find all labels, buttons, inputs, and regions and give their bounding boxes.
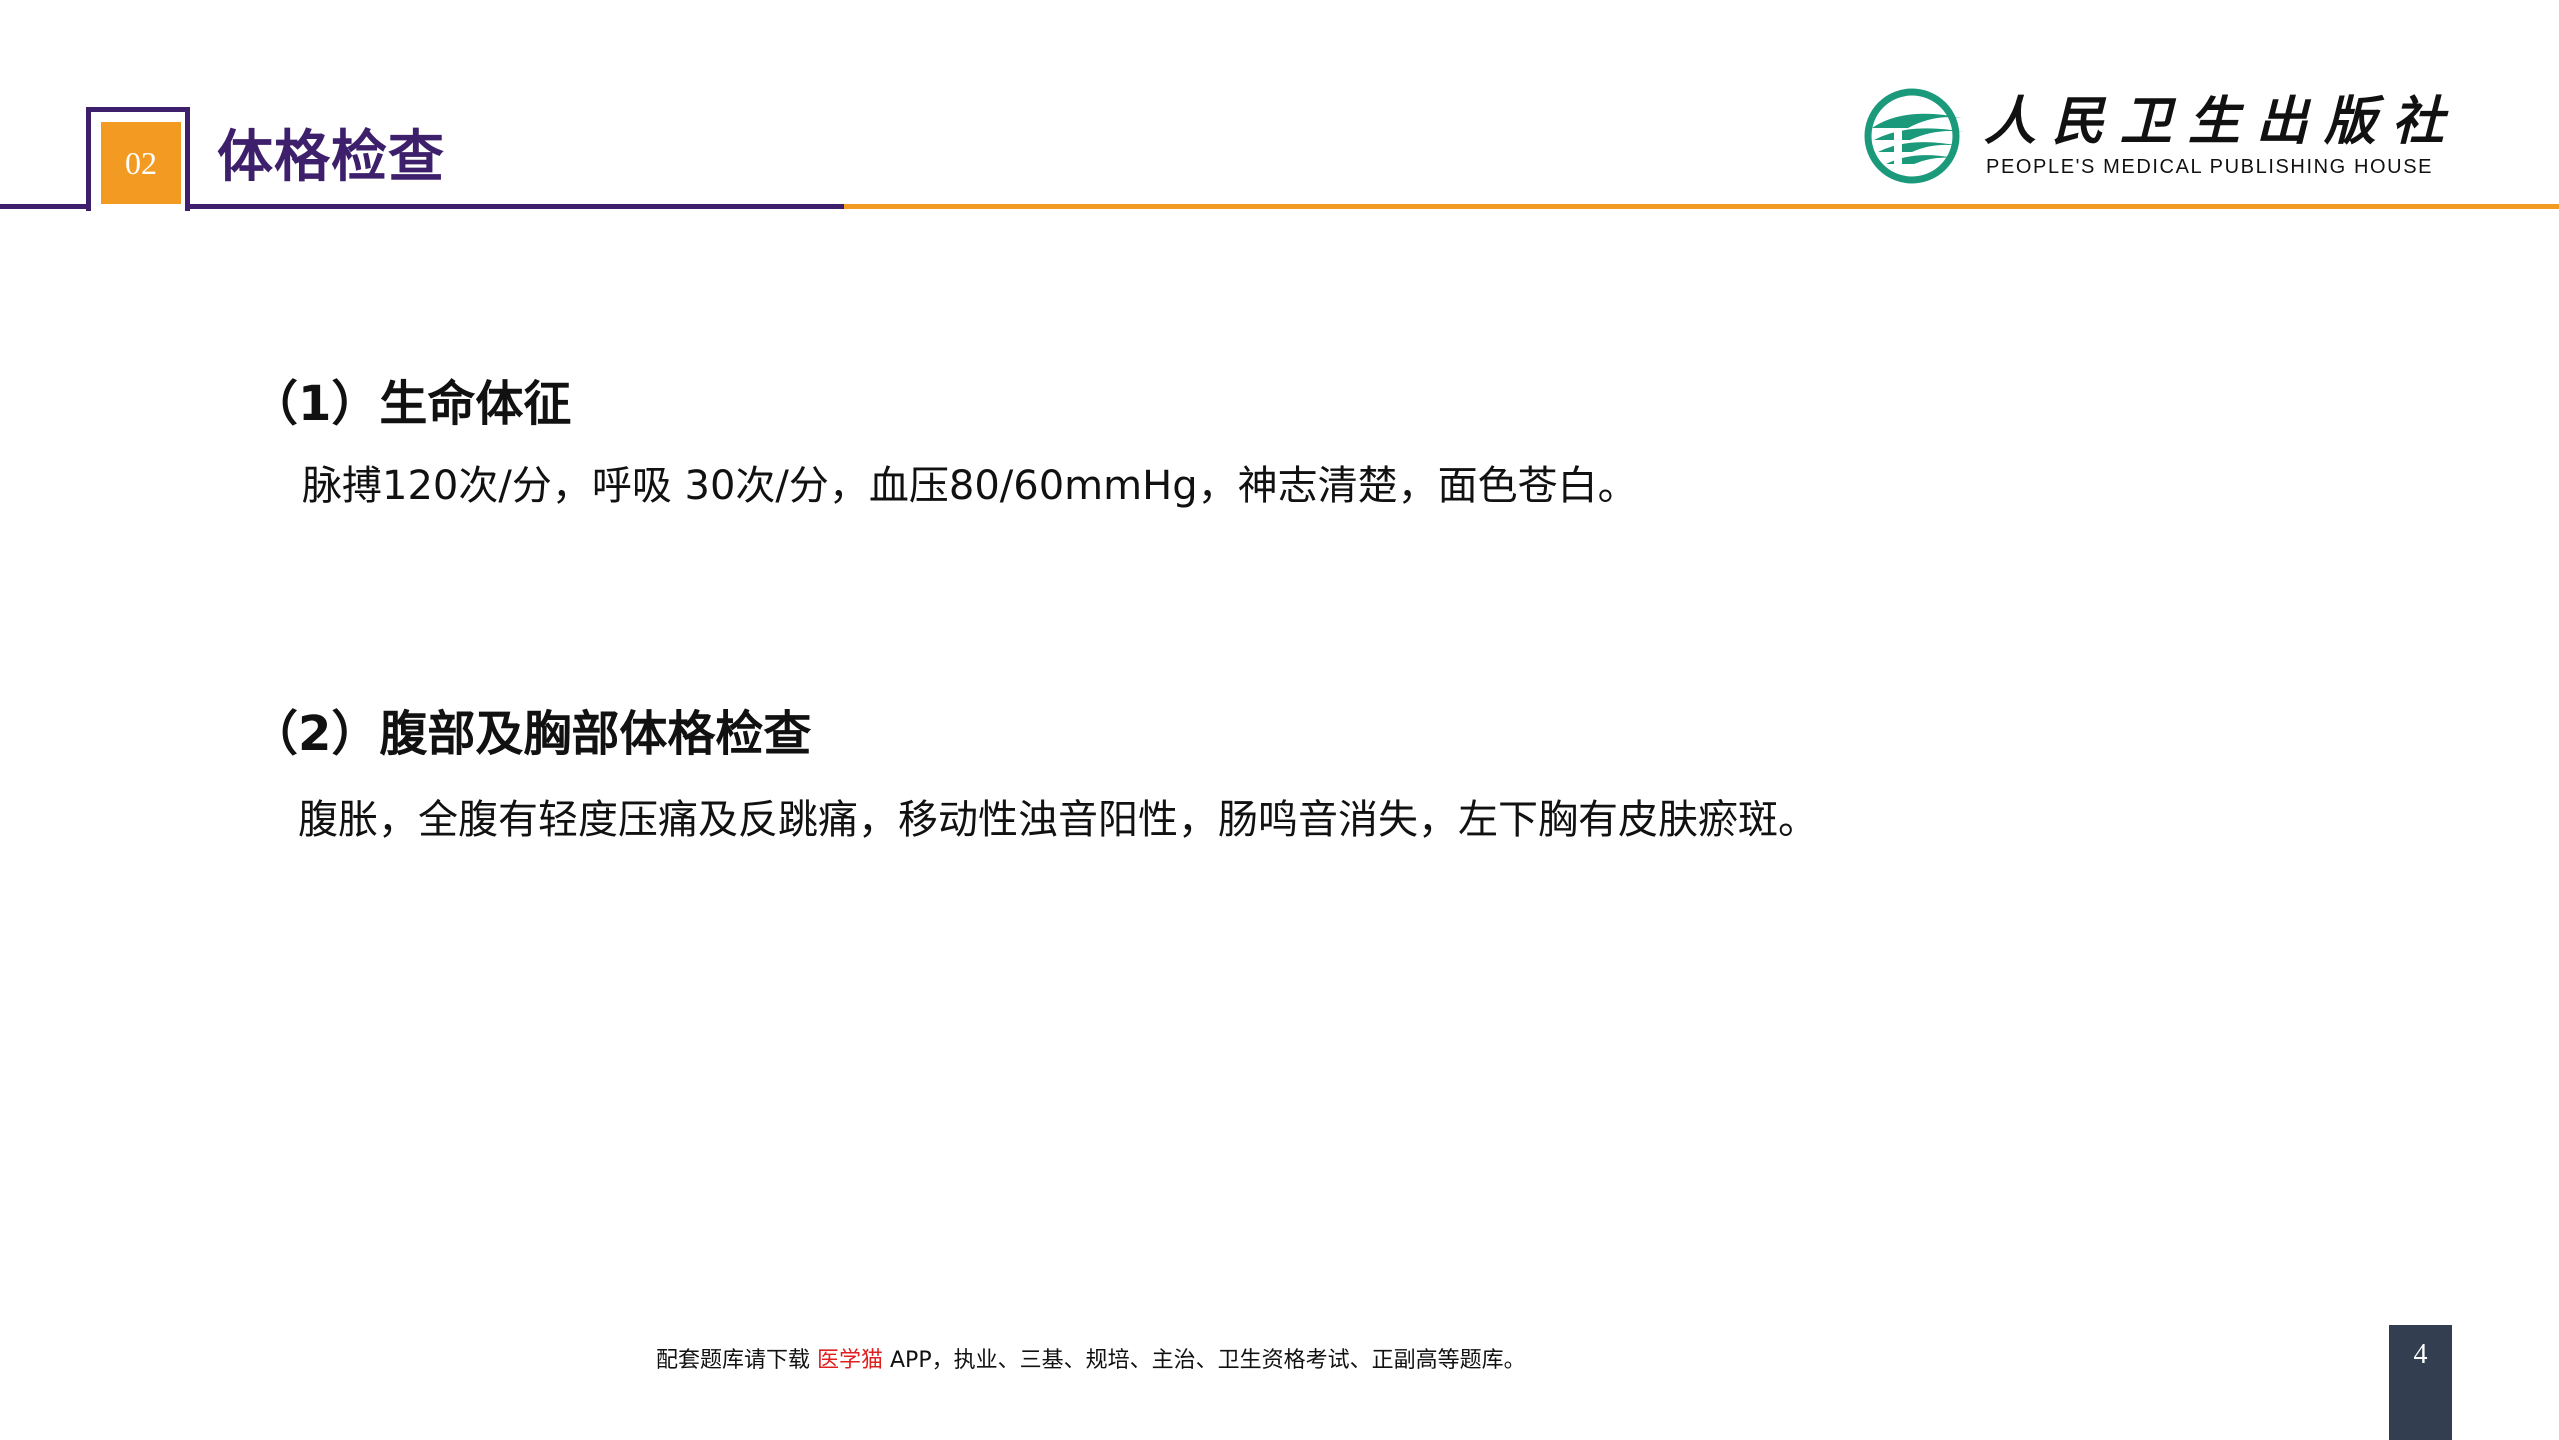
footer-prefix: 配套题库请下载	[656, 1348, 817, 1373]
footer-app-name: 医学猫	[817, 1348, 884, 1373]
publisher-logo: 人民卫生出版社 PEOPLE'S MEDICAL PUBLISHING HOUS…	[1864, 88, 2444, 188]
abdomen-chest-exam-text: 腹胀，全腹有轻度压痛及反跳痛，移动性浊音阳性，肠鸣音消失，左下胸有皮肤瘀斑。	[298, 797, 1818, 843]
header-rule-orange	[844, 204, 2559, 209]
page-number: 4	[2389, 1325, 2452, 1440]
publisher-emblem-icon	[1864, 88, 1964, 184]
vital-signs-heading: （1）生命体征	[250, 376, 572, 432]
footer-note: 配套题库请下载 医学猫 APP，执业、三基、规培、主治、卫生资格考试、正副高等题…	[656, 1342, 1526, 1374]
publisher-name-en: PEOPLE'S MEDICAL PUBLISHING HOUSE	[1986, 156, 2434, 178]
header-rule-left	[0, 204, 91, 209]
vital-signs-text: 脉搏120次/分，呼吸 30次/分，血压80/60mmHg，神志清楚，面色苍白。	[302, 463, 1638, 509]
abdomen-chest-exam-heading: （2）腹部及胸部体格检查	[250, 706, 812, 762]
page-title: 体格检查	[217, 125, 445, 190]
section-number-badge: 02	[101, 122, 181, 204]
publisher-name-cn: 人民卫生出版社	[1984, 91, 2461, 152]
footer-suffix: APP，执业、三基、规培、主治、卫生资格考试、正副高等题库。	[883, 1348, 1526, 1373]
header-rule-purple	[185, 204, 844, 209]
